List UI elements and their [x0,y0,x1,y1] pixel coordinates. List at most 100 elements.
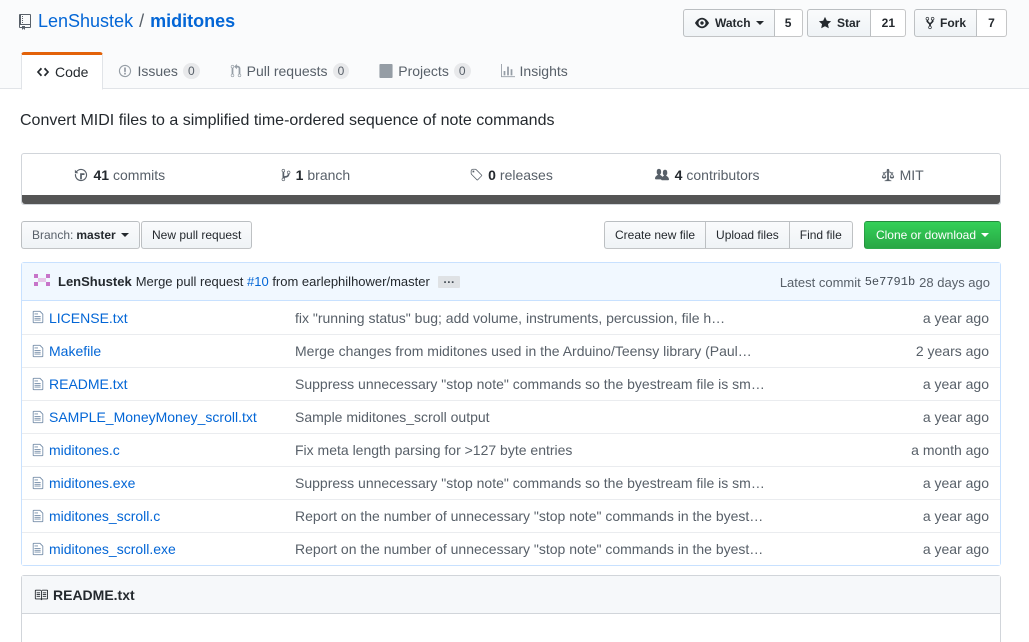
commit-sha-link[interactable]: 5e7791b [865,275,915,289]
commit-issue-link[interactable]: #10 [247,274,269,289]
language-bar[interactable] [22,195,1000,204]
chevron-down-icon [981,233,990,237]
tab-projects[interactable]: Projects 0 [364,52,485,89]
commits-label: commits [113,167,166,183]
branches-link[interactable]: 1 branch [218,167,414,183]
license-link[interactable]: MIT [804,167,1000,183]
file-icon [32,542,44,559]
file-commit-message[interactable]: Suppress unnecessary "stop note" command… [295,376,765,392]
file-age: a year ago [922,409,989,425]
new-pull-request-button[interactable]: New pull request [141,221,253,249]
file-age: 2 years ago [915,343,989,359]
branches-count: 1 [295,167,304,183]
repo-owner-link[interactable]: LenShustek [38,11,133,32]
file-commit-message[interactable]: Report on the number of unnecessary "sto… [295,541,765,557]
file-icon [32,443,44,460]
file-age: a year ago [922,309,989,326]
tab-issues[interactable]: Issues 0 [103,52,214,89]
file-age: a year ago [922,475,989,491]
fork-button[interactable]: Fork [914,9,978,37]
create-new-file-button[interactable]: Create new file [604,221,707,249]
repo-name-link[interactable]: miditones [150,11,235,32]
branch-select-button[interactable]: Branch: master [21,221,140,249]
file-name-link[interactable]: miditones_scroll.exe [49,541,176,557]
file-commit-message[interactable]: Merge changes from miditones used in the… [295,343,765,359]
avatar[interactable] [32,271,52,292]
readme-title: README.txt [53,586,135,603]
pull-requests-count-badge: 0 [332,62,350,79]
file-row: miditones_scroll.c Report on the number o… [22,499,1000,532]
tab-label: Code [55,64,89,80]
file-row: miditones.c Fix meta length parsing for >… [22,433,1000,466]
repo-title: LenShustek / miditones [19,11,235,32]
tab-pull-requests[interactable]: Pull requests 0 [215,52,365,89]
star-button[interactable]: Star [807,9,872,37]
tab-code[interactable]: Code [21,52,104,90]
book-icon [34,589,48,600]
commit-age: 28 days ago [919,274,990,290]
watch-button[interactable]: Watch [683,9,775,37]
code-icon [36,67,50,77]
eye-icon [695,17,709,29]
commits-link[interactable]: 41 commits [22,167,218,183]
commit-message-suffix[interactable]: from earlephilhower/master [272,274,430,289]
commits-count: 41 [93,167,110,183]
releases-link[interactable]: 0 releases [413,167,609,183]
file-name-link[interactable]: miditones.exe [49,475,135,491]
commit-message-prefix[interactable]: Merge pull request [136,274,244,289]
file-commit-message[interactable]: Fix meta length parsing for >127 byte en… [295,442,765,458]
file-row: README.txt Suppress unnecessary "stop not… [22,367,1000,400]
expand-commit-button[interactable]: … [437,273,460,288]
repo-icon [19,13,31,30]
file-icon [32,310,44,327]
file-name-link[interactable]: miditones.c [49,442,120,458]
file-commit-message[interactable]: fix "running status" bug; add volume, in… [295,310,765,326]
issue-icon [119,64,132,77]
contributors-link[interactable]: 4 contributors [609,167,805,183]
tag-icon [470,168,483,181]
chevron-down-icon [755,21,764,25]
clone-label: Clone or download [875,228,977,242]
star-count[interactable]: 21 [871,9,907,37]
numbers-summary: 41 commits 1 branch 0 releases 4 contrib… [21,153,1001,205]
tab-insights[interactable]: Insights [486,52,583,89]
file-name-link[interactable]: miditones_scroll.c [49,508,160,524]
readme-header: README.txt [22,576,1000,614]
watch-count[interactable]: 5 [774,9,803,37]
history-icon [75,168,88,182]
file-actions-group: Create new file Upload files Find file [604,221,853,249]
tab-label: Projects [398,62,449,79]
file-icon [32,344,44,361]
find-file-button[interactable]: Find file [788,221,853,249]
file-commit-message[interactable]: Sample miditones_scroll output [295,409,765,425]
project-icon [379,63,393,78]
tab-label: Issues [137,62,178,79]
contributors-label: contributors [686,167,760,183]
file-age: a year ago [922,508,989,524]
watch-group: Watch 5 [683,9,803,37]
tab-label: Pull requests [246,62,328,79]
branch-label: Branch: [32,228,74,242]
latest-commit-label: Latest commit [779,274,861,290]
releases-label: releases [499,167,553,183]
file-icon [32,476,44,493]
file-name-link[interactable]: SAMPLE_MoneyMoney_scroll.txt [49,409,257,425]
file-commit-message[interactable]: Report on the number of unnecessary "sto… [295,508,765,524]
upload-files-button[interactable]: Upload files [705,221,790,249]
file-commit-message[interactable]: Suppress unnecessary "stop note" command… [295,475,765,491]
file-name-link[interactable]: README.txt [49,376,128,392]
fork-count[interactable]: 7 [977,9,1008,37]
file-name-link[interactable]: LICENSE.txt [49,310,128,326]
star-label: Star [837,16,861,30]
file-age: a year ago [922,541,989,557]
releases-count: 0 [488,167,496,183]
readme-box: README.txt [21,575,1001,642]
file-row: miditones_scroll.exe Report on the number… [22,532,1000,565]
file-row: SAMPLE_MoneyMoney_scroll.txt Sample midit… [22,400,1000,433]
branches-label: branch [307,167,351,183]
file-name-link[interactable]: Makefile [49,343,101,359]
people-icon [654,168,669,181]
repo-description: Convert MIDI files to a simplified time-… [20,112,555,129]
commit-author-link[interactable]: LenShustek [58,274,132,289]
clone-or-download-button[interactable]: Clone or download [864,221,1001,249]
